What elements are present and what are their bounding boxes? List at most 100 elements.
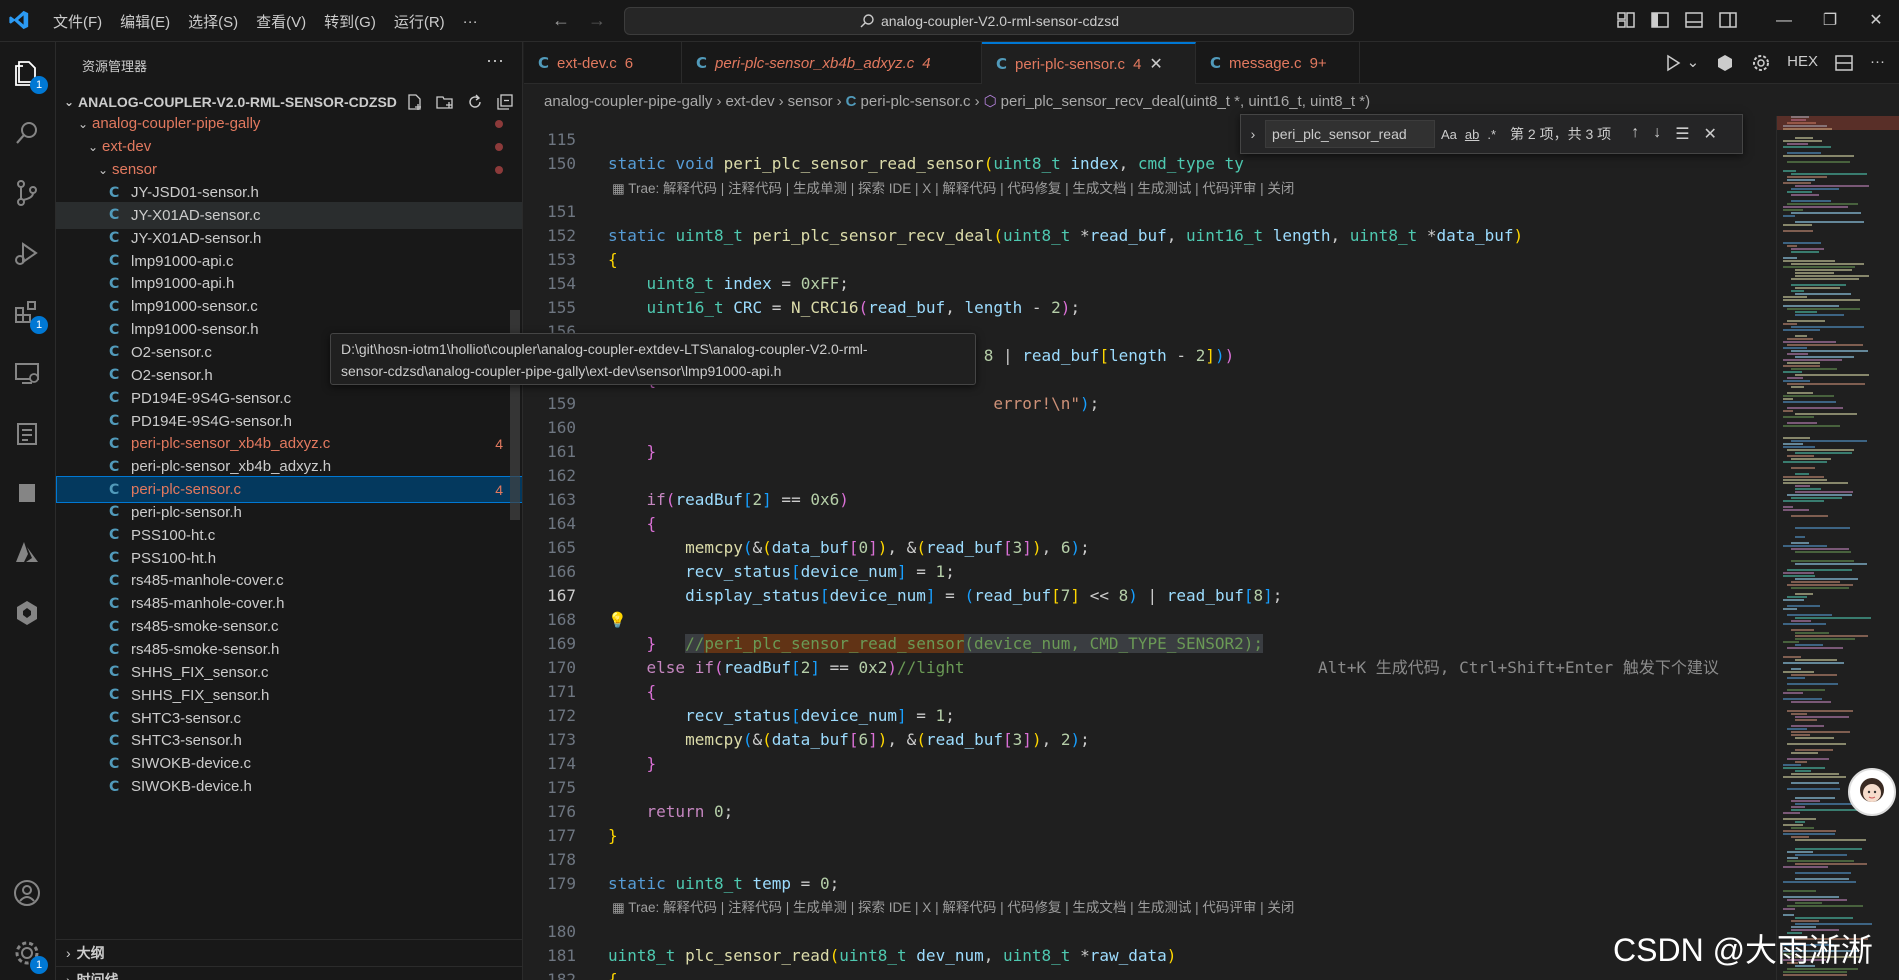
minimap-line [1783, 698, 1822, 700]
find-input[interactable]: peri_plc_sensor_read [1265, 120, 1435, 148]
menu-view[interactable]: 查看(V) [247, 11, 315, 32]
close-window-button[interactable]: ✕ [1853, 0, 1899, 42]
code-line: 152 { [524, 200, 1776, 269]
minimap-line [1795, 275, 1869, 277]
manage-gear-icon[interactable]: 1 [12, 938, 48, 974]
code-line: 163 { [524, 464, 1776, 533]
code-line: 183 [524, 968, 1776, 980]
code-editor[interactable]: 115 static void peri_plc_sensor_read_sen… [524, 116, 1776, 980]
menu-bar: 文件(F) 编辑(E) 选择(S) 查看(V) 转到(G) 运行(R) ··· [44, 0, 487, 42]
menu-go[interactable]: 转到(G) [315, 11, 385, 32]
code-line: 154 uint16_t CRC = N_CRC16(read_buf, len… [524, 248, 1776, 317]
minimap-line [1783, 341, 1836, 343]
trae-icon[interactable] [1715, 53, 1735, 73]
split-editor-icon[interactable] [1834, 53, 1854, 73]
settings-gear-icon[interactable] [1751, 53, 1771, 73]
minimap-line [1783, 890, 1816, 892]
minimap[interactable] [1776, 116, 1899, 980]
toggle-panel-icon[interactable] [1684, 10, 1704, 30]
c-file-icon: C [538, 54, 550, 72]
toggle-primary-sidebar-icon[interactable] [1650, 10, 1670, 30]
collapse-all-icon[interactable] [496, 93, 514, 111]
minimap-line [1791, 800, 1820, 802]
minimap-line [1791, 350, 1868, 352]
minimap-line [1783, 395, 1834, 397]
tab-message[interactable]: C message.c 9+ [1196, 42, 1360, 84]
extensions-icon[interactable]: 1 [12, 298, 48, 334]
command-center[interactable]: analog-coupler-V2.0-rml-sensor-cdzsd [624, 7, 1354, 35]
file-label: O2-sensor.h [131, 366, 213, 384]
explorer-more-button[interactable]: ··· [486, 50, 504, 71]
tab-ext-dev[interactable]: C ext-dev.c 6 [524, 42, 682, 84]
minimize-button[interactable]: — [1761, 0, 1807, 42]
close-find-icon[interactable]: ✕ [1704, 124, 1717, 144]
new-folder-icon[interactable] [436, 93, 454, 111]
run-debug-icon[interactable] [1663, 53, 1683, 73]
source-control-icon[interactable] [12, 178, 44, 210]
c-file-icon: C [109, 732, 120, 749]
run-debug-icon[interactable] [12, 238, 44, 270]
new-file-icon[interactable] [406, 93, 424, 111]
find-in-selection-icon[interactable]: ☰ [1675, 124, 1689, 144]
arrow-up-icon[interactable]: ↑ [1631, 124, 1639, 144]
back-arrow-icon[interactable]: ← [552, 10, 570, 31]
customize-layout-icon[interactable] [1616, 10, 1636, 30]
minimap-line [1795, 761, 1807, 763]
menu-more[interactable]: ··· [454, 13, 487, 30]
match-case-toggle[interactable]: Aa [1441, 127, 1457, 142]
file-label: PSS100-ht.h [131, 549, 217, 567]
minimap-line [1783, 662, 1844, 664]
ports-icon[interactable] [12, 478, 44, 510]
c-file-icon: C [109, 275, 120, 292]
more-actions-button[interactable]: ··· [1870, 53, 1885, 73]
explorer-icon[interactable]: 1 [12, 58, 48, 94]
refresh-icon[interactable] [466, 93, 484, 111]
breadcrumb-item[interactable]: peri-plc-sensor.c [861, 93, 971, 110]
tab-peri-plc-sensor[interactable]: C peri-plc-sensor.c 4 ✕ [982, 42, 1196, 84]
breadcrumb-item[interactable]: ext-dev [725, 93, 774, 110]
c-file-icon: C [109, 755, 120, 772]
minimap-line [1783, 479, 1827, 481]
file-label: JY-X01AD-sensor.c [131, 206, 261, 224]
menu-edit[interactable]: 编辑(E) [111, 11, 179, 32]
minimap-line [1783, 608, 1797, 610]
file-item[interactable]: C SIWOKB-device.h [56, 773, 522, 800]
match-word-toggle[interactable]: ab [1465, 127, 1479, 142]
chevron-down-icon[interactable]: ⌄ [1687, 53, 1700, 73]
regex-toggle[interactable]: .* [1487, 127, 1496, 142]
hex-editor-button[interactable]: HEX [1787, 53, 1818, 73]
timeline-section[interactable]: › 时间线 [56, 966, 522, 980]
remote-explorer-icon[interactable] [12, 358, 44, 390]
menu-selection[interactable]: 选择(S) [179, 11, 247, 32]
restore-button[interactable]: ❐ [1807, 0, 1853, 42]
minimap-line [1783, 764, 1801, 766]
minimap-line [1783, 359, 1842, 361]
minimap-line [1791, 701, 1831, 703]
testing-icon[interactable] [12, 418, 44, 450]
tab-peri-plc-xb4b[interactable]: C peri-plc-sensor_xb4b_adxyz.c 4 [682, 42, 982, 84]
minimap-line [1783, 182, 1811, 184]
search-icon[interactable] [12, 118, 44, 150]
forward-arrow-icon[interactable]: → [588, 10, 606, 31]
minimap-line [1795, 902, 1822, 904]
breadcrumb-item[interactable]: analog-coupler-pipe-gally [544, 93, 712, 110]
minimap-line [1795, 797, 1835, 799]
account-icon[interactable] [12, 878, 44, 910]
menu-run[interactable]: 运行(R) [385, 11, 454, 32]
breadcrumb-item[interactable]: peri_plc_sensor_recv_deal(uint8_t *, uin… [1001, 93, 1370, 110]
close-tab-icon[interactable]: ✕ [1149, 54, 1162, 74]
chevron-right-icon[interactable]: › [1241, 126, 1265, 142]
assistant-avatar-icon[interactable] [1848, 768, 1896, 816]
file-label: JY-JSD01-sensor.h [131, 184, 259, 201]
breadcrumb-item[interactable]: sensor [788, 93, 833, 110]
c-file-icon: C [109, 390, 120, 407]
minimap-line [1783, 380, 1810, 382]
minimap-line [1787, 191, 1812, 193]
menu-file[interactable]: 文件(F) [44, 11, 111, 32]
arrow-down-icon[interactable]: ↓ [1653, 124, 1661, 144]
code-line: 171 recv_status[device_num] = 1; [524, 656, 1776, 725]
toggle-secondary-sidebar-icon[interactable] [1718, 10, 1738, 30]
azure-icon[interactable] [12, 538, 44, 570]
trae-icon[interactable] [12, 598, 44, 630]
outline-section[interactable]: › 大纲 [56, 939, 522, 966]
